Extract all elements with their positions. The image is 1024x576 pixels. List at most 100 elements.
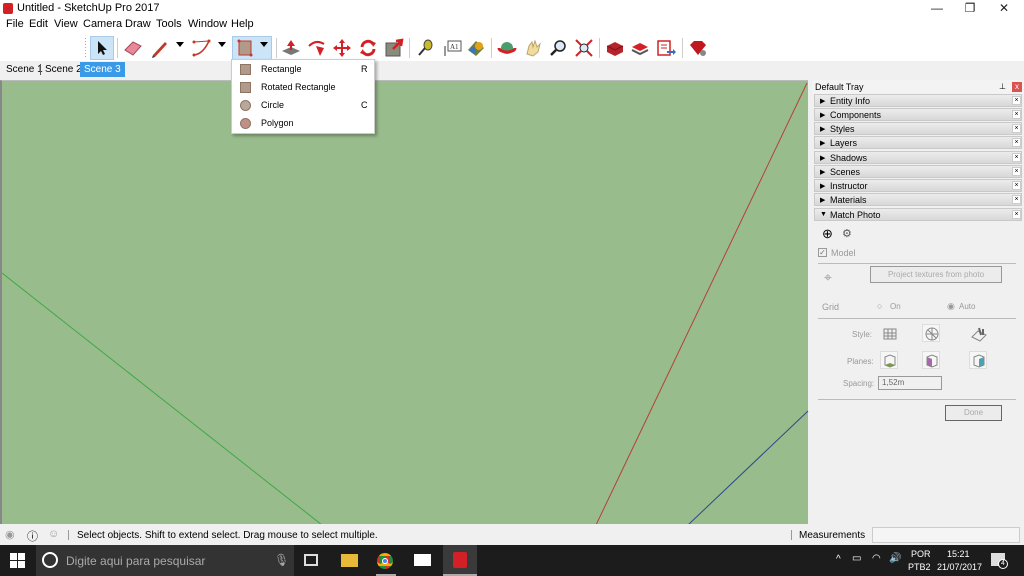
pan-tool-button[interactable] (521, 36, 545, 60)
zoom-tool-button[interactable] (546, 36, 570, 60)
line-menu-chevron-down-icon[interactable] (176, 42, 184, 47)
rotate-tool-button[interactable] (356, 36, 380, 60)
grid-style-aerial-button[interactable] (969, 324, 987, 342)
menu-camera[interactable]: Camera (83, 18, 122, 30)
panel-components[interactable]: ▶ Components × (814, 108, 1022, 121)
push-pull-tool-button[interactable] (279, 36, 303, 60)
menu-file[interactable]: File (6, 18, 24, 30)
taskbar-search-box[interactable]: Digite aqui para pesquisar 🎙 (36, 545, 294, 576)
tape-measure-tool-button[interactable] (413, 36, 437, 60)
arc-menu-chevron-down-icon[interactable] (218, 42, 226, 47)
chrome-icon[interactable] (377, 553, 393, 569)
task-view-icon[interactable] (304, 554, 318, 566)
panel-close-icon[interactable]: × (1012, 210, 1021, 219)
crosshair-icon[interactable]: ⌖ (824, 270, 832, 284)
menu-item-circle[interactable]: Circle C (232, 97, 374, 115)
panel-close-icon[interactable]: × (1012, 181, 1021, 190)
user-account-icon[interactable]: ☺ (48, 528, 59, 540)
line-tool-button[interactable] (148, 36, 172, 60)
panel-match-photo[interactable]: ▼ Match Photo × (814, 208, 1022, 221)
measurements-input[interactable] (872, 527, 1020, 543)
panel-close-icon[interactable]: × (1012, 153, 1021, 162)
credits-info-icon[interactable]: ⓘ (27, 528, 38, 544)
shapes-menu-chevron-down-icon[interactable] (260, 42, 268, 47)
menu-view[interactable]: View (54, 18, 78, 30)
send-to-layout-button[interactable] (654, 36, 678, 60)
tab-scene-3[interactable]: Scene 3 (80, 62, 125, 77)
panel-close-icon[interactable]: × (1012, 124, 1021, 133)
windows-start-icon[interactable] (10, 553, 26, 569)
plane-red-green-button[interactable] (880, 351, 898, 369)
grid-auto-radio[interactable]: ◉ (947, 301, 955, 312)
menu-window[interactable]: Window (188, 18, 227, 30)
panel-layers[interactable]: ▶ Layers × (814, 136, 1022, 149)
menu-item-polygon[interactable]: Polygon (232, 115, 374, 133)
panel-close-icon[interactable]: × (1012, 96, 1021, 105)
select-tool-button[interactable] (90, 36, 114, 60)
battery-icon[interactable]: ▭ (852, 553, 861, 564)
clock-time[interactable]: 15:21 (947, 549, 970, 559)
panel-close-icon[interactable]: × (1012, 195, 1021, 204)
panel-styles[interactable]: ▶ Styles × (814, 122, 1022, 135)
3d-warehouse-button[interactable] (603, 36, 627, 60)
sketchup-taskbar-button[interactable] (443, 545, 477, 576)
text-tool-button[interactable]: A1 (440, 36, 464, 60)
panel-close-icon[interactable]: × (1012, 138, 1021, 147)
follow-me-tool-button[interactable] (305, 36, 329, 60)
orbit-tool-button[interactable] (495, 36, 519, 60)
model-checkbox[interactable]: ✓ (818, 248, 827, 257)
toolbar-grip[interactable] (85, 38, 86, 58)
move-tool-button[interactable] (330, 36, 354, 60)
eraser-tool-button[interactable] (121, 36, 145, 60)
project-textures-button[interactable]: Project textures from photo (870, 266, 1002, 283)
extension-manager-button[interactable] (686, 36, 710, 60)
file-explorer-icon[interactable] (341, 554, 358, 567)
microphone-icon[interactable]: 🎙 (274, 553, 289, 567)
paint-bucket-tool-button[interactable] (464, 36, 488, 60)
clock-date[interactable]: 21/07/2017 (937, 562, 982, 572)
menu-draw[interactable]: Draw (125, 18, 151, 30)
minimize-button[interactable]: — (921, 0, 953, 17)
language-bottom[interactable]: PTB2 (908, 562, 931, 572)
mail-icon[interactable] (414, 554, 431, 566)
grid-on-radio[interactable]: ○ (877, 301, 882, 311)
menu-tools[interactable]: Tools (156, 18, 182, 30)
panel-scenes[interactable]: ▶ Scenes × (814, 165, 1022, 178)
done-button[interactable]: Done (945, 405, 1002, 421)
drawing-viewport[interactable] (0, 80, 809, 525)
close-button[interactable]: ✕ (988, 0, 1020, 17)
panel-shadows[interactable]: ▶ Shadows × (814, 151, 1022, 164)
panel-close-icon[interactable]: × (1012, 167, 1021, 176)
spacing-input[interactable]: 1,52m (878, 376, 942, 390)
menu-edit[interactable]: Edit (29, 18, 48, 30)
panel-close-icon[interactable]: × (1012, 110, 1021, 119)
tray-close-icon[interactable]: x (1012, 82, 1022, 92)
rectangle-tool-button[interactable] (232, 36, 272, 60)
grid-style-inside-button[interactable] (880, 324, 898, 342)
menu-item-rotated-rectangle[interactable]: Rotated Rectangle (232, 79, 374, 97)
scale-tool-button[interactable] (382, 36, 406, 60)
geo-location-icon[interactable]: ◉ (5, 528, 15, 541)
action-center-icon[interactable]: 4 (991, 553, 1008, 569)
panel-materials[interactable]: ▶ Materials × (814, 193, 1022, 206)
extension-warehouse-button[interactable] (628, 36, 652, 60)
panel-instructor[interactable]: ▶ Instructor × (814, 179, 1022, 192)
show-hidden-icons-chevron-icon[interactable]: ^ (836, 554, 841, 565)
wifi-icon[interactable]: ◠ (872, 553, 881, 564)
panel-entity-info[interactable]: ▶ Entity Info × (814, 94, 1022, 107)
add-photo-icon[interactable]: ⊕ (822, 227, 833, 240)
zoom-extents-tool-button[interactable] (572, 36, 596, 60)
sketchup-app-icon[interactable] (3, 3, 13, 14)
plane-red-blue-button[interactable] (922, 351, 940, 369)
settings-gear-icon[interactable]: ⚙ (842, 227, 852, 240)
menu-item-rectangle[interactable]: Rectangle R (232, 61, 374, 79)
volume-icon[interactable]: 🔊 (889, 553, 901, 564)
menu-help[interactable]: Help (231, 18, 254, 30)
pin-icon[interactable]: ⊥ (999, 82, 1006, 91)
language-top[interactable]: POR (911, 549, 931, 559)
restore-button[interactable]: ❐ (954, 0, 986, 17)
arc-tool-button[interactable] (190, 36, 214, 60)
grid-style-outside-button[interactable] (922, 324, 940, 342)
tab-scene-2[interactable]: Scene 2 (41, 62, 86, 77)
plane-green-blue-button[interactable] (969, 351, 987, 369)
